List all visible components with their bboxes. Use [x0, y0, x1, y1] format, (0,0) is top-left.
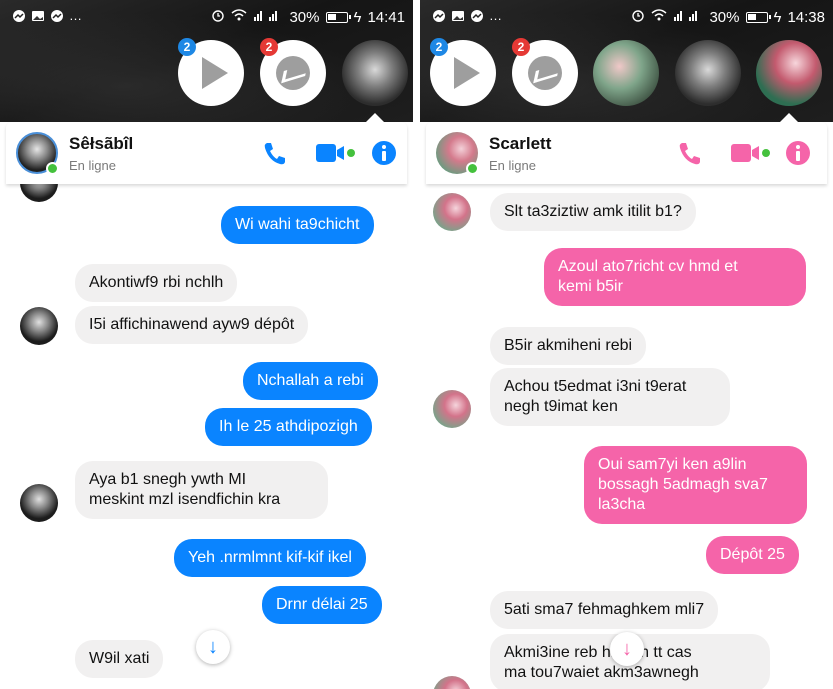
notification-badge: 2 [430, 38, 448, 56]
more-notifications-icon: … [69, 8, 83, 23]
arrow-down-icon: ↓ [208, 636, 218, 658]
alarm-icon [631, 8, 645, 26]
alarm-icon [211, 8, 225, 26]
gallery-icon [31, 9, 45, 23]
message-bubble-incoming: I5i affichinawend ayw9 dépôt [75, 306, 309, 344]
notification-badge: 2 [260, 38, 278, 56]
scroll-to-bottom-button[interactable]: ↓ [196, 630, 230, 664]
battery-icon [325, 11, 351, 23]
chat-panel-left: … 30% ϟ 14:41 2 2 Sêłsãbîl En ligne Wi w… [0, 0, 413, 689]
message-bubble-outgoing: Wi wahi ta9chicht [221, 206, 374, 244]
message-bubble-outgoing: Ih le 25 athdipozigh [205, 408, 372, 446]
contact-name[interactable]: Sêłsãbîl [69, 134, 133, 154]
info-icon[interactable] [784, 139, 812, 167]
video-camera-icon[interactable] [316, 139, 358, 167]
message-bubble-incoming: 5ati sma7 fehmaghkem mli7 [490, 591, 719, 629]
messenger-icon [50, 9, 64, 23]
presence-status: En ligne [489, 158, 536, 173]
active-chat-head-pointer [366, 113, 384, 122]
gallery-icon [451, 9, 465, 23]
charging-icon: ϟ [773, 8, 782, 26]
message-bubble-incoming: Slt ta3ziztiw amk itilit b1? [490, 193, 696, 231]
chat-head-contact-scarlett[interactable] [756, 40, 822, 106]
notification-badge: 2 [178, 38, 196, 56]
active-chat-head-pointer [780, 113, 798, 122]
message-bubble-incoming: Achou t5edmat i3ni t9erat negh t9imat ke… [490, 368, 730, 426]
battery-icon [745, 11, 771, 23]
clock: 14:41 [367, 8, 405, 26]
messenger-icon [470, 9, 484, 23]
more-notifications-icon: … [489, 8, 503, 23]
phone-icon[interactable] [261, 139, 289, 167]
message-bubble-outgoing: Dépôt 25 [706, 536, 799, 574]
arrow-down-icon: ↓ [622, 638, 632, 660]
status-bar: … 30% ϟ 14:38 [420, 0, 833, 34]
clock: 14:38 [787, 8, 825, 26]
message-bubble-outgoing: Nchallah a rebi [243, 362, 378, 400]
charging-icon: ϟ [353, 8, 362, 26]
message-bubble-incoming: Akontiwf9 rbi nchlh [75, 264, 238, 302]
wifi-icon [231, 8, 247, 26]
avatar [433, 390, 471, 428]
online-indicator [466, 162, 479, 175]
presence-status: En ligne [69, 158, 116, 173]
avatar [20, 484, 58, 522]
signal-icon [673, 8, 703, 26]
message-bubble-outgoing: Azoul ato7richt cv hmd et kemi b5ir [544, 248, 806, 306]
video-camera-icon[interactable] [731, 139, 773, 167]
message-bubble-outgoing: Oui sam7yi ken a9lin bossagh 5admagh sva… [584, 446, 807, 524]
contact-name[interactable]: Scarlett [489, 134, 551, 154]
message-bubble-incoming: Aya b1 snegh ywth MI meskint mzl isendfi… [75, 461, 328, 519]
chat-head-contact-selsabil[interactable] [342, 40, 408, 106]
message-list[interactable]: Slt ta3ziztiw amk itilit b1? Azoul ato7r… [420, 184, 833, 689]
chat-header: Scarlett En ligne [426, 122, 827, 184]
message-bubble-incoming: W9il xati [75, 640, 164, 678]
chat-panel-right: … 30% ϟ 14:38 2 2 Scarlett En ligne Slt … [420, 0, 833, 689]
signal-icon [253, 8, 283, 26]
notification-badge: 2 [512, 38, 530, 56]
chat-header: Sêłsãbîl En ligne [6, 122, 407, 184]
online-indicator [46, 162, 59, 175]
message-bubble-outgoing: Drnr délai 25 [262, 586, 382, 624]
messenger-icon [432, 9, 446, 23]
chat-head-contact[interactable] [675, 40, 741, 106]
message-list[interactable]: Wi wahi ta9chicht Akontiwf9 rbi nchlh I5… [0, 162, 413, 689]
message-bubble-incoming: B5ir akmiheni rebi [490, 327, 647, 365]
phone-icon[interactable] [676, 139, 704, 167]
chat-head-contact[interactable] [593, 40, 659, 106]
messenger-icon [12, 9, 26, 23]
wifi-icon [651, 8, 667, 26]
battery-percent: 30% [289, 8, 320, 26]
avatar [20, 307, 58, 345]
info-icon[interactable] [370, 139, 398, 167]
panel-divider [413, 0, 420, 689]
scroll-to-bottom-button[interactable]: ↓ [610, 632, 644, 666]
avatar [433, 193, 471, 231]
status-bar: … 30% ϟ 14:41 [0, 0, 413, 34]
battery-percent: 30% [709, 8, 740, 26]
message-bubble-outgoing: Yeh .nrmlmnt kif-kif ikel [174, 539, 366, 577]
avatar [433, 676, 471, 689]
